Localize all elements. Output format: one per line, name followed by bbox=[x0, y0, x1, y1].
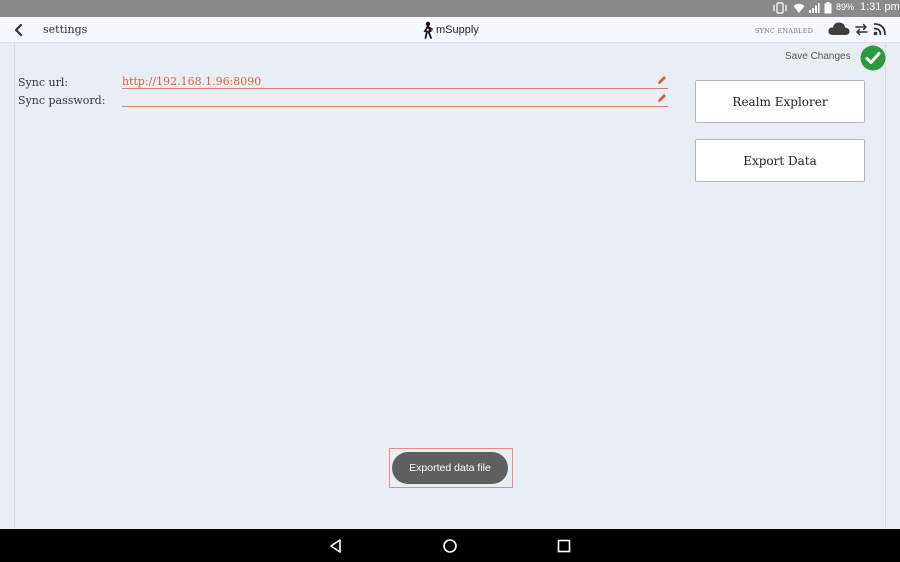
navigation-bar bbox=[0, 529, 900, 562]
battery-percent: 89% bbox=[836, 2, 855, 12]
rss-feed-icon bbox=[873, 23, 886, 36]
toast-text: Exported data file bbox=[409, 462, 491, 474]
sync-url-input[interactable] bbox=[122, 74, 668, 89]
home-circle-icon[interactable] bbox=[441, 537, 459, 555]
edit-pencil-icon[interactable] bbox=[657, 93, 667, 103]
chevron-left-icon[interactable] bbox=[10, 21, 28, 39]
save-changes-button[interactable] bbox=[860, 45, 886, 71]
app-header: settings mSupply SYNC ENABLED bbox=[0, 17, 900, 43]
sync-url-label: Sync url: bbox=[18, 76, 69, 89]
page-title: settings bbox=[43, 23, 88, 36]
vibrate-icon bbox=[773, 2, 787, 14]
toast-message: Exported data file bbox=[392, 452, 508, 484]
sync-password-input[interactable] bbox=[122, 92, 668, 107]
edit-pencil-icon[interactable] bbox=[657, 75, 667, 85]
msupply-logo-icon bbox=[423, 21, 434, 39]
sync-status: SYNC ENABLED bbox=[755, 27, 814, 35]
realm-explorer-button[interactable]: Realm Explorer bbox=[695, 80, 865, 123]
signal-icon bbox=[809, 3, 820, 13]
cloud-icon bbox=[828, 22, 850, 35]
back-triangle-icon[interactable] bbox=[327, 537, 345, 555]
status-bar: 89% 1:31 pm bbox=[0, 0, 900, 17]
status-time: 1:31 pm bbox=[860, 1, 900, 13]
battery-icon bbox=[824, 2, 832, 14]
app-logo: mSupply bbox=[422, 20, 479, 40]
recents-square-icon[interactable] bbox=[555, 537, 573, 555]
save-changes-label: Save Changes bbox=[785, 51, 851, 62]
sync-password-label: Sync password: bbox=[18, 94, 106, 107]
wifi-icon bbox=[793, 3, 805, 13]
logo-text: mSupply bbox=[436, 24, 479, 36]
export-data-button[interactable]: Export Data bbox=[695, 139, 865, 182]
sync-arrows-icon bbox=[855, 23, 868, 36]
